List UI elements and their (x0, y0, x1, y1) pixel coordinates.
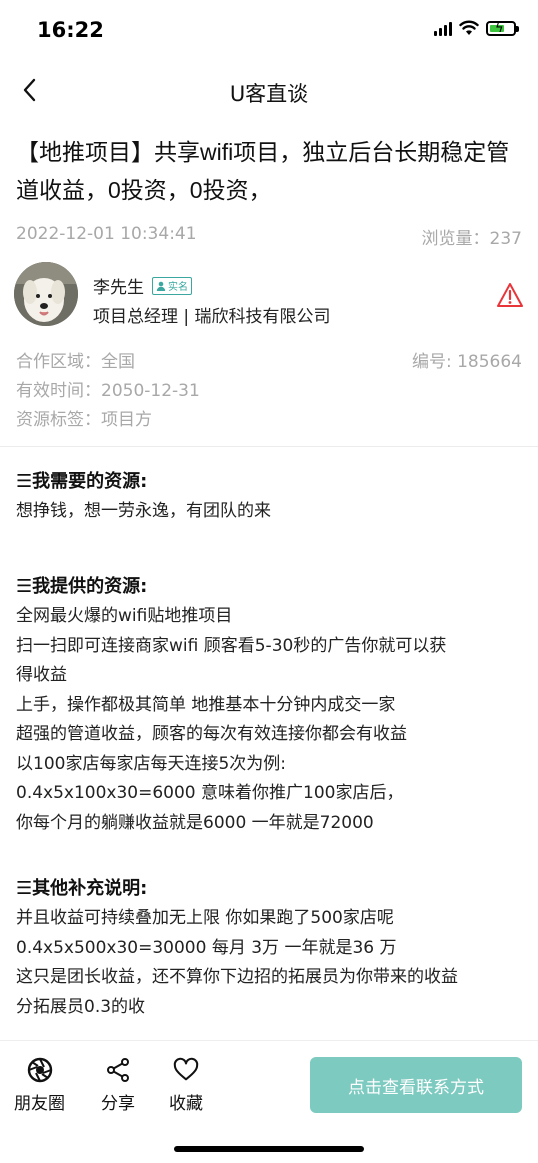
section-body: 并且收益可持续叠加无上限 你如果跑了500家店呢 0.4x5x500x30=30… (16, 904, 528, 1022)
resource-tag: 资源标签：项目方 (16, 410, 152, 430)
info-tag-row: 资源标签：项目方 (16, 406, 522, 435)
report-button[interactable] (496, 282, 524, 308)
body-line: 你每个月的躺赚收益就是6000 一年就是72000 (16, 812, 374, 833)
section-title: ☰其他补充说明: (16, 878, 148, 899)
divider (0, 446, 538, 447)
author-name: 李先生 (93, 278, 144, 298)
cooperation-region: 合作区域：全国 (16, 352, 135, 372)
info-region-row: 合作区域：全国 编号: 185664 (16, 348, 522, 377)
user-icon (156, 281, 166, 291)
share-icon (107, 1058, 129, 1082)
body-line: 上手，操作都极其简单 地推基本十分钟内成交一家 (16, 694, 396, 715)
author-card: 李先生 实名 项目总经理 | 瑞欣科技有限公司 (14, 262, 524, 330)
camera-aperture-icon (27, 1057, 52, 1083)
body-line: 以100家店每家店每天连接5次为例: (16, 753, 286, 774)
signal-icon (434, 20, 452, 36)
post-title: 【地推项目】共享wifi项目，独立后台长期稳定管道收益，0投资，0投资， (16, 139, 510, 203)
section-offer: ☰我提供的资源: 全网最火爆的wifi贴地推项目 扫一扫即可连接商家wifi 顾… (16, 572, 528, 838)
home-indicator (174, 1146, 364, 1152)
section-body: 全网最火爆的wifi贴地推项目 扫一扫即可连接商家wifi 顾客看5-30秒的广… (16, 602, 528, 838)
post-date: 2022-12-01 10:34:41 (16, 224, 197, 244)
share-button[interactable]: 分享 (101, 1057, 135, 1114)
body-line: 想挣钱，想一劳永逸，有团队的来 (16, 501, 271, 521)
valid-until: 有效时间：2050-12-31 (16, 381, 200, 401)
warning-triangle-icon (497, 283, 523, 307)
bottom-action-bar: 朋友圈 分享 收藏 点击查看联系方式 (0, 1040, 538, 1130)
verified-badge: 实名 (152, 276, 192, 295)
page-title: U客直谈 (229, 82, 309, 106)
wifi-icon (459, 20, 479, 35)
moments-button[interactable]: 朋友圈 (14, 1057, 65, 1114)
author-description: 项目总经理 | 瑞欣科技有限公司 (93, 307, 331, 327)
body-line: 全网最火爆的wifi贴地推项目 (16, 606, 233, 626)
info-valid-row: 有效时间：2050-12-31 (16, 377, 522, 406)
avatar[interactable] (14, 262, 78, 326)
body-line: 分拓展员0.3的收 (16, 996, 146, 1017)
view-contact-button[interactable]: 点击查看联系方式 (310, 1057, 522, 1113)
share-label: 分享 (101, 1094, 135, 1114)
section-title: ☰我需要的资源: (16, 471, 148, 492)
author-name-row: 李先生 实名 (93, 273, 192, 298)
status-time: 16:22 (37, 18, 104, 42)
view-count: 浏览量：237 (421, 229, 522, 249)
section-need: ☰我需要的资源: 想挣钱，想一劳永逸，有团队的来 (16, 467, 528, 527)
section-body: 想挣钱，想一劳永逸，有团队的来 (16, 497, 528, 527)
status-icons: ϟ (434, 20, 519, 36)
body-line: 超强的管道收益，顾客的每次有效连接你都会有收益 (16, 724, 407, 744)
verified-label: 实名 (168, 282, 188, 293)
heart-icon (173, 1057, 199, 1081)
battery-icon: ϟ (486, 20, 519, 36)
body-line: 得收益 (16, 665, 67, 685)
resource-number: 编号: 185664 (411, 352, 522, 372)
body-line: 0.4x5x100x30=6000 意味着你推广100家店后， (16, 783, 404, 803)
nav-bar: U客直谈 (0, 62, 538, 120)
section-title: ☰我提供的资源: (16, 576, 148, 597)
body-line: 扫一扫即可连接商家wifi 顾客看5-30秒的广告你就可以获 (16, 635, 447, 656)
post-meta: 2022-12-01 10:34:41 浏览量：237 (16, 224, 522, 249)
body-line: 并且收益可持续叠加无上限 你如果跑了500家店呢 (16, 908, 394, 928)
section-other: ☰其他补充说明: 并且收益可持续叠加无上限 你如果跑了500家店呢 0.4x5x… (16, 874, 528, 1022)
status-bar: 16:22 ϟ (0, 0, 538, 62)
info-list: 合作区域：全国 编号: 185664 有效时间：2050-12-31 资源标签：… (16, 348, 522, 435)
moments-label: 朋友圈 (14, 1094, 65, 1114)
favorite-button[interactable]: 收藏 (169, 1057, 203, 1114)
body-line: 0.4x5x500x30=30000 每月 3万 一年就是36 万 (16, 937, 397, 958)
body-line: 这只是团长收益，还不算你下边招的拓展员为你带来的收益 (16, 967, 458, 987)
favorite-label: 收藏 (169, 1094, 203, 1114)
